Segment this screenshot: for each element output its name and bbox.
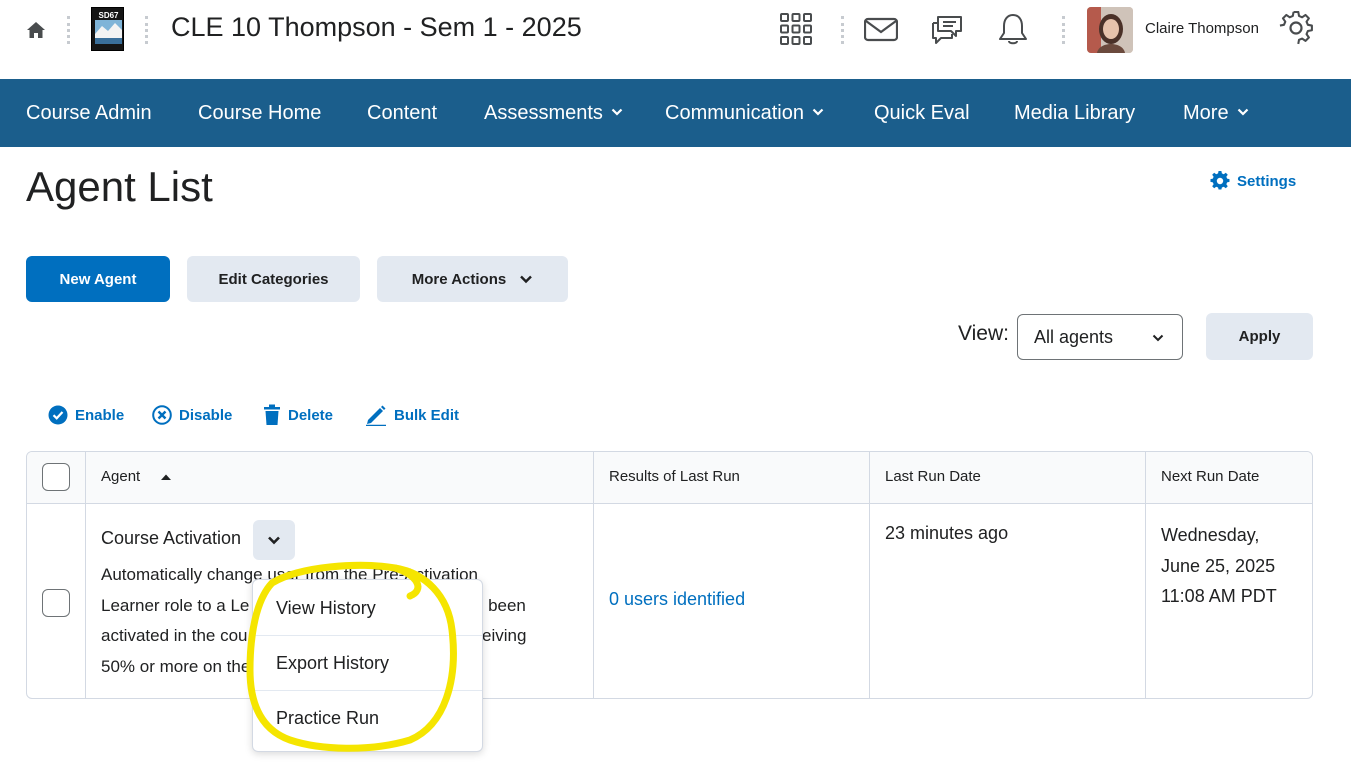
mail-icon[interactable] xyxy=(864,12,898,46)
column-header-results: Results of Last Run xyxy=(609,468,740,485)
nav-label: Media Library xyxy=(1014,102,1136,124)
description-fragment: Learner role to a Le xyxy=(101,595,250,615)
disable-action[interactable]: Disable xyxy=(152,404,232,426)
agent-actions-menu: View History Export History Practice Run xyxy=(252,579,483,752)
description-fragment: Automatically chang xyxy=(101,565,254,584)
course-navbar: Course Admin Course Home Content Assessm… xyxy=(0,79,1351,147)
agent-name: Course Activation xyxy=(101,528,242,548)
column-divider xyxy=(869,452,870,698)
bulk-edit-action[interactable]: Bulk Edit xyxy=(365,404,459,426)
settings-link[interactable]: Settings xyxy=(1210,170,1296,192)
disable-label: Disable xyxy=(179,406,233,424)
header-divider xyxy=(67,16,70,44)
menu-item-export-history[interactable]: Export History xyxy=(253,636,482,691)
delete-label: Delete xyxy=(288,406,334,424)
nav-label: More xyxy=(1183,102,1229,124)
sort-ascending-icon xyxy=(161,474,172,481)
nav-label: Quick Eval xyxy=(874,102,970,124)
nav-label: Course Home xyxy=(198,102,322,124)
chevron-down-icon xyxy=(268,536,280,545)
view-selected-value: All agents xyxy=(1034,326,1114,347)
chevron-down-icon xyxy=(520,275,533,284)
more-actions-button[interactable]: More Actions xyxy=(377,256,568,302)
row-checkbox[interactable] xyxy=(42,589,70,617)
waffle-icon[interactable] xyxy=(779,12,813,46)
check-circle-icon xyxy=(48,405,68,425)
view-select[interactable]: All agents xyxy=(1017,314,1183,360)
apply-button[interactable]: Apply xyxy=(1206,313,1313,360)
column-divider xyxy=(85,452,86,698)
settings-label: Settings xyxy=(1237,172,1297,190)
bulk-edit-label: Bulk Edit xyxy=(394,406,460,424)
x-circle-icon xyxy=(152,405,172,425)
enable-label: Enable xyxy=(75,406,125,424)
nav-label: Course Admin xyxy=(26,102,152,124)
next-run-line: Wednesday, xyxy=(1161,525,1260,545)
pencil-icon xyxy=(366,405,386,426)
next-run-date: Wednesday, June 25, 2025 11:08 AM PDT xyxy=(1161,520,1277,612)
trash-icon xyxy=(264,404,280,425)
chevron-down-icon xyxy=(1237,108,1248,116)
nav-assessments[interactable]: Assessments xyxy=(484,79,623,147)
column-header-last-run: Last Run Date xyxy=(885,468,981,485)
district-logo[interactable]: SD67 xyxy=(91,7,124,51)
nav-communication[interactable]: Communication xyxy=(665,79,824,147)
menu-item-practice-run[interactable]: Practice Run xyxy=(253,691,482,746)
page-title: Agent List xyxy=(26,163,213,210)
nav-media-library[interactable]: Media Library xyxy=(1014,79,1135,147)
menu-item-view-history[interactable]: View History xyxy=(253,581,482,636)
avatar[interactable] xyxy=(1087,7,1133,53)
header-divider xyxy=(1062,16,1065,44)
results-link[interactable]: 0 users identified xyxy=(609,589,745,610)
header-divider xyxy=(841,16,844,44)
chevron-down-icon xyxy=(812,108,824,116)
view-label: View: xyxy=(958,322,1009,345)
nav-course-admin[interactable]: Course Admin xyxy=(26,79,152,147)
column-divider xyxy=(593,452,594,698)
agents-table: Agent Results of Last Run Last Run Date … xyxy=(26,451,1313,699)
logo-image: SD67 xyxy=(92,8,123,50)
agent-actions-menu-button[interactable] xyxy=(253,520,295,560)
nav-course-home[interactable]: Course Home xyxy=(198,79,321,147)
home-icon[interactable] xyxy=(24,18,48,42)
column-divider xyxy=(1145,452,1146,698)
nav-label: Assessments xyxy=(484,102,603,124)
chevron-down-icon xyxy=(611,108,623,116)
gear-icon xyxy=(1210,171,1230,190)
column-header-next-run: Next Run Date xyxy=(1161,468,1260,485)
course-title[interactable]: CLE 10 Thompson - Sem 1 - 2025 xyxy=(171,12,582,43)
last-run-date: 23 minutes ago xyxy=(885,523,1009,543)
nav-label: Communication xyxy=(665,102,804,124)
column-header-label: Agent xyxy=(101,468,141,485)
description-fragment: activated in the cou xyxy=(101,626,248,646)
bell-icon[interactable] xyxy=(996,12,1030,46)
more-actions-label: More Actions xyxy=(411,270,507,288)
avatar-image xyxy=(1087,7,1133,53)
nav-label: Content xyxy=(367,102,438,124)
new-agent-button[interactable]: New Agent xyxy=(26,256,170,302)
edit-categories-button[interactable]: Edit Categories xyxy=(187,256,360,302)
select-all-checkbox[interactable] xyxy=(42,463,70,491)
logo-text: SD67 xyxy=(98,11,119,20)
enable-action[interactable]: Enable xyxy=(48,404,124,426)
delete-action[interactable]: Delete xyxy=(263,404,333,426)
top-header: SD67 CLE 10 Thompson - Sem 1 - 2025 Clai… xyxy=(0,0,1351,79)
chat-icon[interactable] xyxy=(930,12,964,46)
description-fragment: 50% or more on the xyxy=(101,657,251,677)
gear-icon[interactable] xyxy=(1279,11,1313,45)
chevron-down-icon xyxy=(1152,334,1164,342)
user-name[interactable]: Claire Thompson xyxy=(1145,20,1259,37)
header-divider xyxy=(145,16,148,44)
next-run-line: 11:08 AM PDT xyxy=(1161,586,1277,607)
nav-quick-eval[interactable]: Quick Eval xyxy=(874,79,970,147)
nav-more[interactable]: More xyxy=(1183,79,1249,147)
nav-content[interactable]: Content xyxy=(367,79,437,147)
column-header-agent[interactable]: Agent xyxy=(101,468,172,485)
next-run-line: June 25, 2025 xyxy=(1161,555,1276,576)
